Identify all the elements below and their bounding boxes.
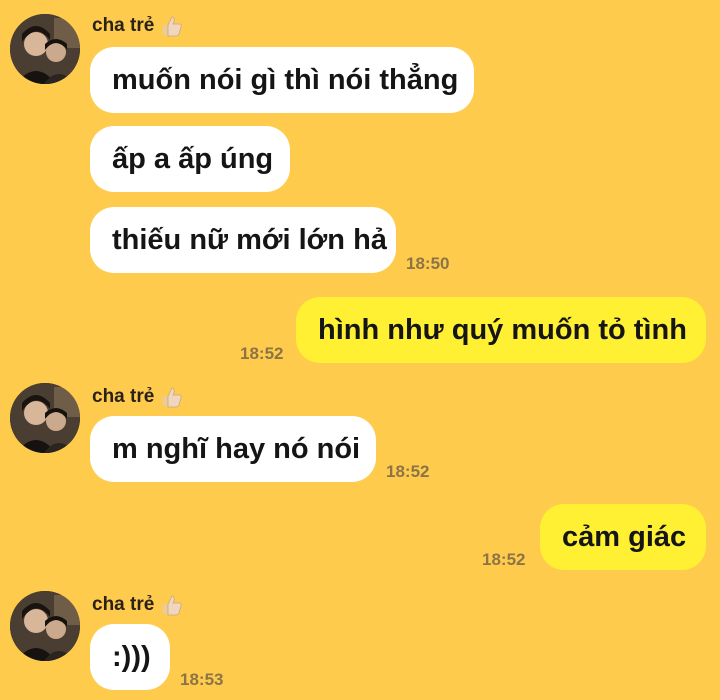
message-bubble-incoming[interactable]: muốn nói gì thì nói thẳng <box>90 47 474 113</box>
sender-name-row: cha trẻ <box>92 385 184 409</box>
sender-name: cha trẻ <box>92 594 155 615</box>
message-text: cảm giác <box>562 520 687 553</box>
sender-avatar[interactable] <box>10 383 80 453</box>
avatar-photo <box>10 383 80 453</box>
message-bubble-incoming[interactable]: m nghĩ hay nó nói <box>90 416 376 482</box>
sender-name: cha trẻ <box>92 386 155 407</box>
sender-name-row: cha trẻ <box>92 14 184 38</box>
sender-name: cha trẻ <box>92 15 155 36</box>
sender-avatar[interactable] <box>10 14 80 84</box>
message-bubble-incoming[interactable]: thiếu nữ mới lớn hả <box>90 207 396 273</box>
message-timestamp: 18:53 <box>180 670 224 689</box>
message-timestamp: 18:50 <box>406 254 450 273</box>
message-bubble-incoming[interactable]: :))) <box>90 624 170 690</box>
message-text: thiếu nữ mới lớn hả <box>112 223 387 256</box>
message-text: ấp a ấp úng <box>112 142 274 175</box>
avatar-photo <box>10 591 80 661</box>
sender-name-row: cha trẻ <box>92 593 184 617</box>
message-text: :))) <box>112 640 151 673</box>
thumbs-up-icon <box>163 387 182 408</box>
message-text: muốn nói gì thì nói thẳng <box>112 63 459 96</box>
avatar-photo <box>10 14 80 84</box>
message-bubble-outgoing[interactable]: hình như quý muốn tỏ tình <box>296 297 706 363</box>
message-timestamp: 18:52 <box>386 462 430 481</box>
chat-thread[interactable]: cha trẻ muốn nói gì thì nói thẳng ấp a ấ… <box>0 0 720 700</box>
sender-avatar[interactable] <box>10 591 80 661</box>
message-text: m nghĩ hay nó nói <box>112 432 361 465</box>
message-bubble-incoming[interactable]: ấp a ấp úng <box>90 126 290 192</box>
message-timestamp: 18:52 <box>482 550 526 569</box>
thumbs-up-icon <box>163 595 182 616</box>
thumbs-up-icon <box>163 16 182 37</box>
message-text: hình như quý muốn tỏ tình <box>318 313 687 346</box>
message-bubble-outgoing[interactable]: cảm giác <box>540 504 706 570</box>
message-timestamp: 18:52 <box>240 344 284 363</box>
